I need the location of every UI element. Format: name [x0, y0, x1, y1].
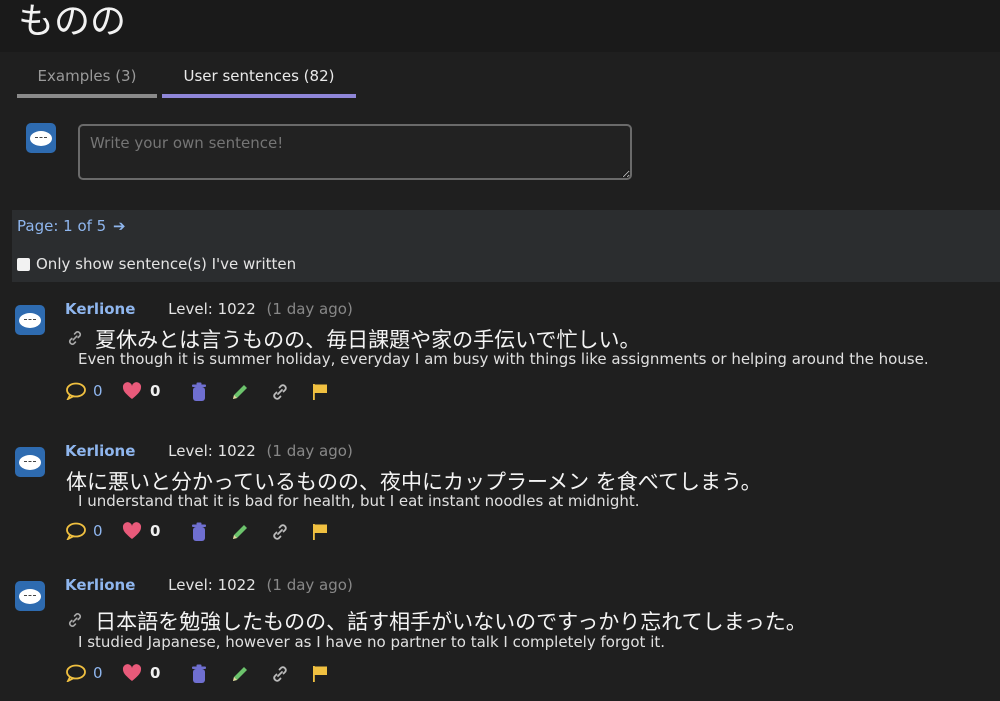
heart-icon: [122, 664, 142, 681]
user-level: Level: 1022: [168, 442, 256, 460]
like-button[interactable]: 0: [122, 382, 160, 400]
flag-icon: [313, 666, 327, 682]
edit-button[interactable]: [230, 522, 250, 542]
pagination-panel: Page: 1 of 5 ➔ Only show sentence(s) I'v…: [12, 210, 1000, 282]
pencil-icon: [233, 385, 247, 399]
edit-button[interactable]: [230, 382, 250, 402]
report-button[interactable]: [311, 664, 329, 684]
like-button[interactable]: 0: [122, 522, 160, 540]
comment-button[interactable]: 0: [65, 382, 103, 400]
comment-count: 0: [93, 382, 103, 400]
sentence-card: Kerlione Level: 1022 (1 day ago) 日本語を勉強し…: [0, 576, 1000, 691]
timestamp: (1 day ago): [266, 300, 353, 318]
username-link[interactable]: Kerlione: [65, 576, 135, 594]
chain-link-icon: [273, 384, 287, 400]
english-translation: I understand that it is bad for health, …: [78, 492, 640, 510]
timestamp: (1 day ago): [266, 576, 353, 594]
pencil-icon: [233, 525, 247, 539]
speech-bubble-icon: [66, 522, 86, 540]
avatar-face-icon: [19, 588, 41, 604]
only-mine-checkbox[interactable]: [17, 257, 30, 271]
like-count: 0: [150, 522, 161, 540]
report-button[interactable]: [311, 382, 329, 402]
timestamp: (1 day ago): [266, 442, 353, 460]
username-link[interactable]: Kerlione: [65, 300, 135, 318]
pencil-icon: [233, 667, 247, 681]
heart-icon: [122, 522, 142, 539]
english-translation: Even though it is summer holiday, everyd…: [78, 350, 929, 368]
avatar: [26, 123, 56, 153]
sentence-input[interactable]: [78, 124, 632, 180]
avatar: [15, 447, 45, 477]
copy-link-button[interactable]: [270, 522, 290, 542]
avatar-face-icon: [19, 312, 41, 328]
report-button[interactable]: [311, 522, 329, 542]
japanese-sentence: 夏休みとは言うものの、毎日課題や家の手伝いで忙しい。: [95, 328, 641, 352]
username-link[interactable]: Kerlione: [65, 442, 135, 460]
chain-link-icon[interactable]: [66, 613, 89, 633]
like-count: 0: [150, 382, 161, 400]
chain-link-icon[interactable]: [66, 331, 89, 351]
user-level: Level: 1022: [168, 300, 256, 318]
english-translation: I studied Japanese, however as I have no…: [78, 633, 666, 651]
sentence-card: Kerlione Level: 1022 (1 day ago) 体に悪いと分か…: [0, 442, 1000, 552]
copy-link-button[interactable]: [270, 664, 290, 684]
avatar-face-icon: [30, 130, 52, 146]
chain-link-icon: [273, 524, 287, 540]
avatar-face-icon: [19, 454, 41, 470]
speech-bubble-icon: [66, 664, 86, 682]
flag-icon: [313, 384, 327, 400]
tab-user-sentences[interactable]: User sentences (82): [162, 64, 356, 98]
user-level: Level: 1022: [168, 576, 256, 594]
comment-count: 0: [93, 664, 103, 682]
copy-link-button[interactable]: [270, 382, 290, 402]
page-header: ものの: [0, 0, 1000, 52]
speech-bubble-icon: [66, 382, 86, 400]
delete-button[interactable]: [191, 522, 207, 542]
comment-button[interactable]: 0: [65, 522, 103, 540]
japanese-sentence: 日本語を勉強したものの、話す相手がいないのですっかり忘れてしまった。: [95, 610, 807, 634]
trash-icon: [192, 664, 206, 683]
pager-label: Page: 1 of 5: [17, 217, 107, 235]
edit-button[interactable]: [230, 664, 250, 684]
like-count: 0: [150, 664, 161, 682]
chain-link-icon: [273, 666, 287, 682]
delete-button[interactable]: [191, 664, 207, 684]
only-mine-label: Only show sentence(s) I've written: [36, 255, 297, 273]
sentence-card: Kerlione Level: 1022 (1 day ago) 夏休みとは言う…: [0, 300, 1000, 410]
japanese-sentence: 体に悪いと分かっているものの、夜中にカップラーメン を食べてしまう。: [66, 470, 762, 494]
avatar: [15, 581, 45, 611]
trash-icon: [192, 522, 206, 541]
trash-icon: [192, 382, 206, 401]
pager[interactable]: Page: 1 of 5 ➔: [17, 217, 126, 235]
page-title: ものの: [18, 1, 127, 42]
only-mine-filter[interactable]: Only show sentence(s) I've written: [17, 255, 296, 273]
comment-button[interactable]: 0: [65, 664, 103, 682]
like-button[interactable]: 0: [122, 664, 160, 682]
delete-button[interactable]: [191, 382, 207, 402]
heart-icon: [122, 382, 142, 399]
tab-examples[interactable]: Examples (3): [17, 64, 157, 98]
flag-icon: [313, 524, 327, 540]
avatar: [15, 305, 45, 335]
arrow-right-icon[interactable]: ➔: [113, 217, 126, 235]
comment-count: 0: [93, 522, 103, 540]
